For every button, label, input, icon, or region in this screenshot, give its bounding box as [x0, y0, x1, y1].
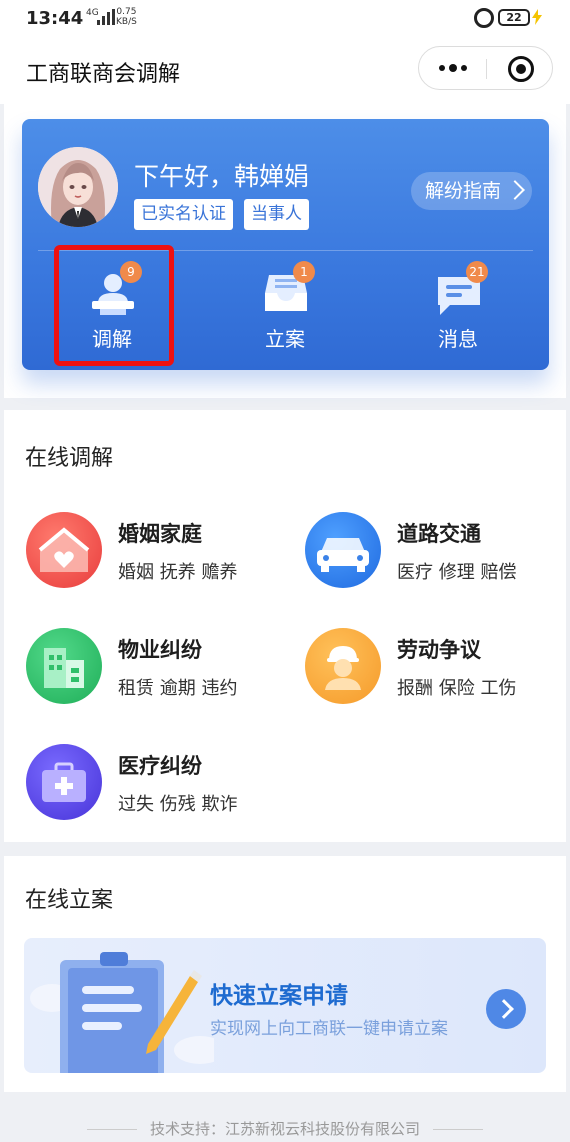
category-tags: 租赁 逾期 违约 — [118, 678, 238, 699]
online-mediation-title: 在线调解 — [25, 446, 114, 471]
greeting-text: 下午好，韩婵娟 — [134, 162, 310, 191]
category-name: 物业纠纷 — [118, 638, 202, 662]
avatar[interactable] — [38, 147, 118, 227]
quick-filing-banner[interactable]: 快速立案申请 实现网上向工商联一键申请立案 — [24, 938, 546, 1073]
category-marriage-family[interactable]: 婚姻家庭 婚姻 抚养 赡养 — [26, 512, 296, 592]
battery-level: 22 — [506, 11, 522, 24]
highlight-box — [54, 245, 174, 366]
category-name: 道路交通 — [397, 522, 481, 546]
avatar-image — [38, 147, 118, 227]
battery-icon: 22 — [498, 9, 530, 26]
filing-action[interactable]: 1 立案 — [229, 261, 341, 361]
network-speed: 0.75 KB/S — [116, 7, 137, 27]
speed-value: 0.75 — [116, 7, 137, 17]
medical-kit-icon — [26, 744, 102, 820]
filing-badge: 1 — [293, 261, 315, 283]
speed-unit: KB/S — [116, 17, 137, 27]
verified-badge: 已实名认证 — [134, 199, 233, 230]
signal-icon — [97, 9, 115, 25]
title-bar: 工商联商会调解 — [0, 38, 570, 104]
filing-label: 立案 — [265, 327, 305, 351]
online-filing-title: 在线立案 — [25, 888, 114, 913]
page-title: 工商联商会调解 — [26, 62, 181, 87]
building-icon — [26, 628, 102, 704]
messages-badge: 21 — [466, 261, 488, 283]
chevron-right-icon[interactable] — [486, 989, 526, 1029]
messages-action[interactable]: 21 消息 — [402, 261, 514, 361]
capsule-divider — [486, 59, 487, 79]
miniprogram-capsule — [418, 46, 553, 90]
category-labor-dispute[interactable]: 劳动争议 报酬 保险 工伤 — [305, 628, 570, 708]
chevron-right-icon — [505, 180, 525, 200]
category-tags: 报酬 保险 工伤 — [397, 678, 517, 699]
category-road-traffic[interactable]: 道路交通 医疗 修理 赔偿 — [305, 512, 570, 592]
status-bar: 13:44 4G 0.75 KB/S 22 — [0, 0, 570, 38]
category-tags: 医疗 修理 赔偿 — [397, 562, 517, 583]
category-name: 劳动争议 — [397, 638, 481, 662]
category-property-dispute[interactable]: 物业纠纷 租赁 逾期 违约 — [26, 628, 296, 708]
car-icon — [305, 512, 381, 588]
online-mediation-section: 在线调解 婚姻家庭 婚姻 抚养 赡养 道路交通 医疗 修理 赔偿 物业纠纷 租赁… — [4, 410, 566, 842]
online-filing-section: 在线立案 快速立案申请 实现网上向工商联一键申请立案 — [4, 856, 566, 1092]
status-time: 13:44 — [26, 8, 84, 29]
worker-icon — [305, 628, 381, 704]
more-menu-button[interactable] — [419, 47, 486, 89]
role-badge: 当事人 — [244, 199, 309, 230]
close-miniprogram-button[interactable] — [508, 56, 534, 82]
document-pen-icon — [30, 952, 214, 1073]
charging-icon — [532, 9, 542, 25]
dispute-guide-label: 解纷指南 — [425, 180, 502, 202]
more-dot-icon — [438, 65, 445, 71]
category-name: 医疗纠纷 — [118, 754, 202, 778]
footer-divider — [432, 1129, 483, 1130]
dispute-guide-button[interactable]: 解纷指南 — [411, 172, 532, 210]
footer-text: 技术支持：江苏新视云科技股份有限公司 — [149, 1120, 420, 1138]
family-icon — [26, 512, 102, 588]
messages-label: 消息 — [438, 327, 478, 351]
more-dot-icon — [460, 65, 467, 71]
banner-title: 快速立案申请 — [210, 983, 348, 1009]
footer: 技术支持：江苏新视云科技股份有限公司 — [0, 1118, 570, 1139]
alarm-icon — [474, 8, 494, 28]
banner-subtitle: 实现网上向工商联一键申请立案 — [210, 1019, 448, 1039]
category-name: 婚姻家庭 — [118, 522, 202, 546]
more-dot-icon — [448, 64, 457, 72]
category-medical-dispute[interactable]: 医疗纠纷 过失 伤残 欺诈 — [26, 744, 296, 824]
footer-divider — [87, 1129, 138, 1130]
category-tags: 婚姻 抚养 赡养 — [118, 562, 238, 583]
category-tags: 过失 伤残 欺诈 — [118, 794, 238, 815]
